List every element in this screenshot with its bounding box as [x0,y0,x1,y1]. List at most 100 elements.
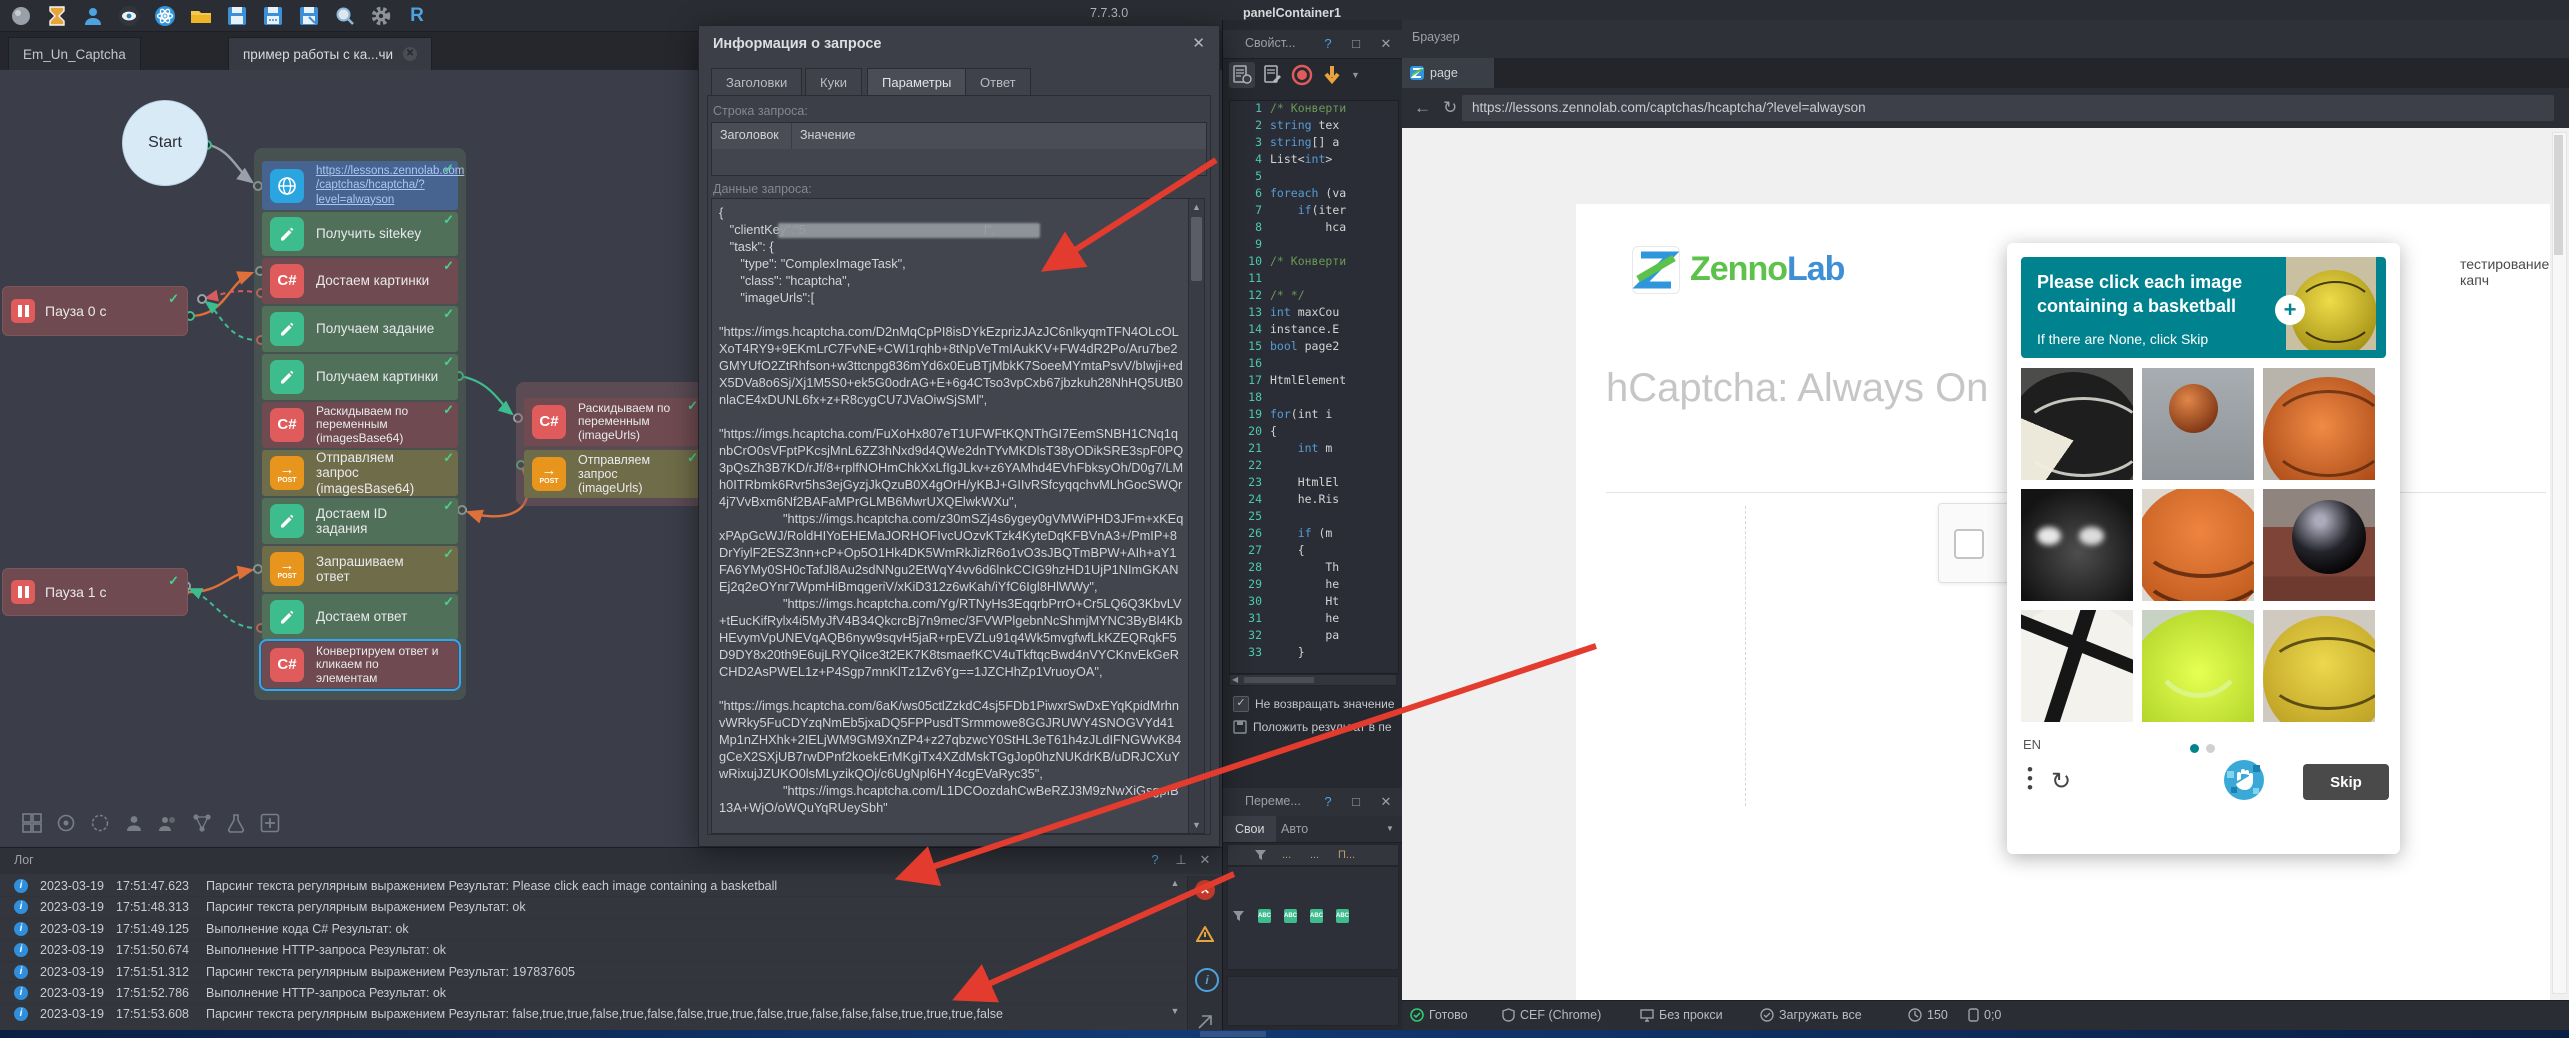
scroll-up-icon[interactable]: ▲ [1166,878,1184,888]
pause-1-block[interactable]: Пауза 1 с ✓ [2,568,188,616]
filter-funnel-icon[interactable] [1232,910,1245,922]
action-get-task-id[interactable]: Достаем ID задания ✓ [262,498,458,544]
browser-tab-page[interactable]: page [1402,58,1494,88]
warnings-filter-icon[interactable] [1195,924,1215,944]
status-proxy[interactable]: Без прокси [1640,1008,1723,1022]
r-project-icon[interactable]: R [406,5,428,27]
atom-icon[interactable] [154,5,176,27]
query-params-table[interactable]: Заголовок Значение [711,122,1207,176]
errors-filter-icon[interactable]: ✕ [1195,880,1215,900]
code-hscrollbar[interactable]: ◀ [1229,674,1397,686]
log-row[interactable]: i 2023-03-19 17:51:49.125 Выполнение код… [0,919,1186,940]
log-row[interactable]: i 2023-03-19 17:51:51.312 Парсинг текста… [0,962,1186,983]
status-engine[interactable]: CEF (Chrome) [1502,1008,1601,1022]
skip-button[interactable]: Skip [2303,764,2389,800]
page-dot-active[interactable] [2190,744,2199,753]
users-icon[interactable] [158,813,178,833]
close-icon[interactable]: ✕ [1196,852,1214,868]
reload-icon[interactable]: ↻ [1443,98,1457,118]
save-as-icon[interactable] [298,5,320,27]
network-icon[interactable] [192,813,212,833]
action-split-imageurls[interactable]: C# Раскидываем по переменным (imageUrls)… [524,398,702,446]
code-editor[interactable]: 1 /* Конверти 2 string tex 3 string[] a … [1229,100,1399,674]
info-filter-icon[interactable]: i [1195,968,1219,992]
status-timeout[interactable]: 150 [1908,1008,1948,1022]
dropdown-chevron-icon[interactable]: ▼ [1381,824,1399,833]
doc-tab-em-un-captcha[interactable]: Em_Un_Captcha [8,37,141,70]
captcha-image-tile[interactable] [2142,368,2254,480]
variables-grid[interactable]: ABC ABC ABC ABC [1227,866,1399,970]
hcaptcha-checkbox-widget[interactable] [1938,503,2014,583]
zoom-example-icon[interactable]: + [2275,295,2305,325]
zennolab-logo-text[interactable]: ZennoLab [1690,250,1844,289]
search-icon[interactable] [334,5,356,27]
save-icon[interactable] [226,5,248,27]
action-fetch-images[interactable]: Получаем картинки ✓ [262,354,458,400]
maximize-icon[interactable]: □ [1347,36,1365,51]
language-label[interactable]: EN [2023,737,2041,752]
eye-icon[interactable] [118,5,140,27]
record-icon[interactable] [1291,64,1313,86]
user-icon[interactable] [82,5,104,27]
log-row[interactable]: i 2023-03-19 17:51:48.313 Парсинг текста… [0,897,1186,918]
action-goto-url[interactable]: https://lessons.zennolab.com/captchas/hc… [262,161,458,210]
tab-cookies[interactable]: Куки [805,68,862,96]
scrollbar-thumb[interactable] [1191,217,1202,281]
menu-dots-icon[interactable]: ••• [2027,765,2033,799]
record-circle-icon[interactable] [90,813,110,833]
log-row[interactable]: i 2023-03-19 17:51:50.674 Выполнение HTT… [0,940,1186,961]
request-body-textarea[interactable]: { "clientKey":"5 f", "task": { "type": "… [711,198,1205,834]
status-load-all[interactable]: Загружать все [1760,1008,1862,1022]
save-all-icon[interactable] [262,5,284,27]
captcha-image-tile[interactable] [2142,610,2254,722]
hcaptcha-logo-icon[interactable] [2223,759,2265,801]
doc-edit-icon[interactable] [1263,65,1283,85]
clear-log-icon[interactable] [1195,1012,1215,1032]
open-folder-icon[interactable] [190,5,212,27]
action-convert-and-click[interactable]: C# Конвертируем ответ и кликаем по элеме… [262,642,458,688]
action-get-sitekey[interactable]: Получить sitekey ✓ [262,212,458,256]
table-empty-row[interactable] [712,149,1206,175]
action-request-answer[interactable]: →POST Запрашиваем ответ ✓ [262,546,458,592]
log-row[interactable]: i 2023-03-19 17:51:52.786 Выполнение HTT… [0,983,1186,1004]
close-icon[interactable]: ✕ [1192,34,1205,52]
settings-gear-icon[interactable] [370,5,392,27]
action-extract-images[interactable]: C# Достаем картинки ✓ [262,258,458,304]
flask-icon[interactable] [226,813,246,833]
captcha-image-tile[interactable] [2021,489,2133,601]
no-return-checkbox[interactable]: ✓ Не возвращать значение [1233,696,1395,712]
target-icon[interactable] [56,813,76,833]
captcha-image-tile[interactable] [2142,489,2254,601]
captcha-image-tile[interactable] [2263,489,2375,601]
nav-link-captcha-testing[interactable]: тестирование капч [2460,256,2569,288]
action-get-answer[interactable]: Достаем ответ ✓ [262,594,458,640]
dropdown-chevron-icon[interactable]: ▼ [1351,70,1360,80]
maximize-icon[interactable]: □ [1347,794,1365,809]
pin-icon[interactable]: ⊥ [1172,852,1190,868]
tab-parameters[interactable]: Параметры [867,68,966,96]
tab-headers[interactable]: Заголовки [711,68,802,96]
help-icon[interactable]: ? [1319,36,1337,51]
captcha-image-tile[interactable] [2263,610,2375,722]
user-small-icon[interactable] [124,813,144,833]
log-row[interactable]: i 2023-03-19 17:51:53.608 Парсинг текста… [0,1004,1186,1021]
tab-auto-variables[interactable]: Авто [1269,816,1320,842]
run-down-arrow-icon[interactable] [1321,64,1343,86]
scroll-up-icon[interactable]: ▲ [1189,202,1204,212]
log-rows[interactable]: i 2023-03-19 17:51:47.623 Парсинг текста… [0,876,1186,1021]
action-send-request-base64[interactable]: →POST Отправляем запрос (imagesBase64) ✓ [262,450,458,496]
close-icon[interactable]: ✕ [1377,794,1395,810]
close-tab-icon[interactable]: ✕ [403,47,417,61]
close-icon[interactable]: ✕ [1377,36,1395,52]
doc-settings-icon[interactable] [1229,62,1255,88]
captcha-image-tile[interactable] [2021,368,2133,480]
refresh-challenge-icon[interactable]: ↻ [2051,767,2071,796]
action-split-base64[interactable]: C# Раскидываем по переменным (imagesBase… [262,402,458,448]
page-dot[interactable] [2206,744,2215,753]
scroll-down-icon[interactable]: ▼ [1189,820,1204,830]
log-row[interactable]: i 2023-03-19 17:51:47.623 Парсинг текста… [0,876,1186,897]
back-icon[interactable]: ← [1414,98,1431,118]
zennolab-logo-icon[interactable] [1632,246,1680,294]
action-send-request-imageurls[interactable]: →POST Отправляем запрос (imageUrls) ✓ [524,450,702,498]
pause-0-block[interactable]: Пауза 0 с ✓ [2,286,188,336]
